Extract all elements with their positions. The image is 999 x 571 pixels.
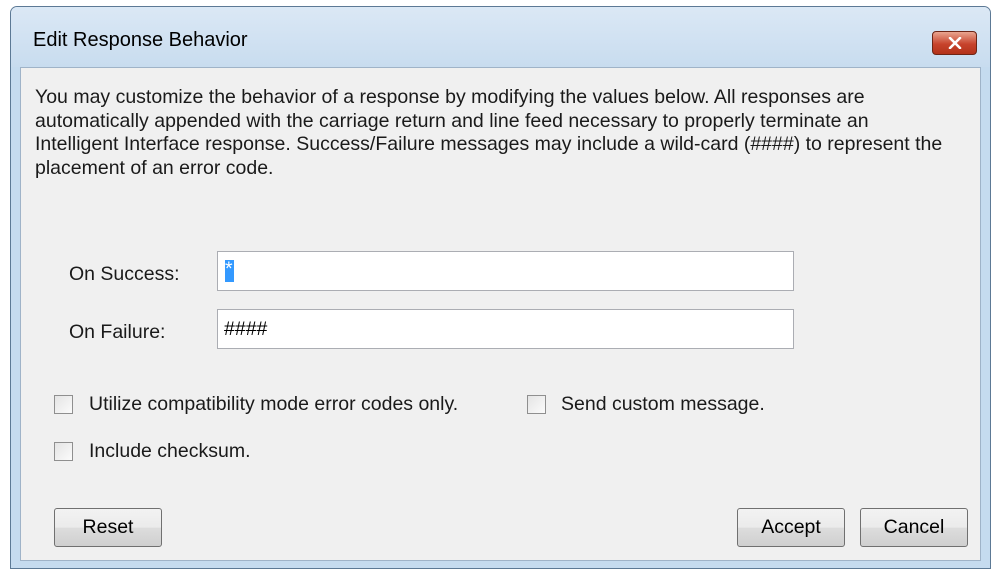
on-success-input[interactable]: * <box>217 251 794 291</box>
dialog-window: Edit Response Behavior You may customize… <box>10 6 991 569</box>
accept-button[interactable]: Accept <box>737 508 845 547</box>
dialog-body: You may customize the behavior of a resp… <box>20 67 981 561</box>
compatibility-mode-label: Utilize compatibility mode error codes o… <box>89 393 459 415</box>
on-failure-label: On Failure: <box>69 321 166 343</box>
on-failure-value: #### <box>224 318 268 340</box>
close-button[interactable] <box>932 31 977 55</box>
send-custom-message-label: Send custom message. <box>561 393 765 415</box>
send-custom-message-checkbox[interactable] <box>527 395 546 414</box>
on-success-value: * <box>225 258 233 280</box>
close-icon <box>948 37 961 49</box>
on-success-label: On Success: <box>69 263 180 285</box>
include-checksum-label: Include checksum. <box>89 440 251 462</box>
description-text: You may customize the behavior of a resp… <box>35 86 943 179</box>
cancel-button[interactable]: Cancel <box>860 508 968 547</box>
title-bar: Edit Response Behavior <box>11 7 990 67</box>
compatibility-mode-checkbox[interactable] <box>54 395 73 414</box>
window-title: Edit Response Behavior <box>33 29 248 51</box>
on-failure-input[interactable]: #### <box>217 309 794 349</box>
reset-button[interactable]: Reset <box>54 508 162 547</box>
include-checksum-checkbox[interactable] <box>54 442 73 461</box>
